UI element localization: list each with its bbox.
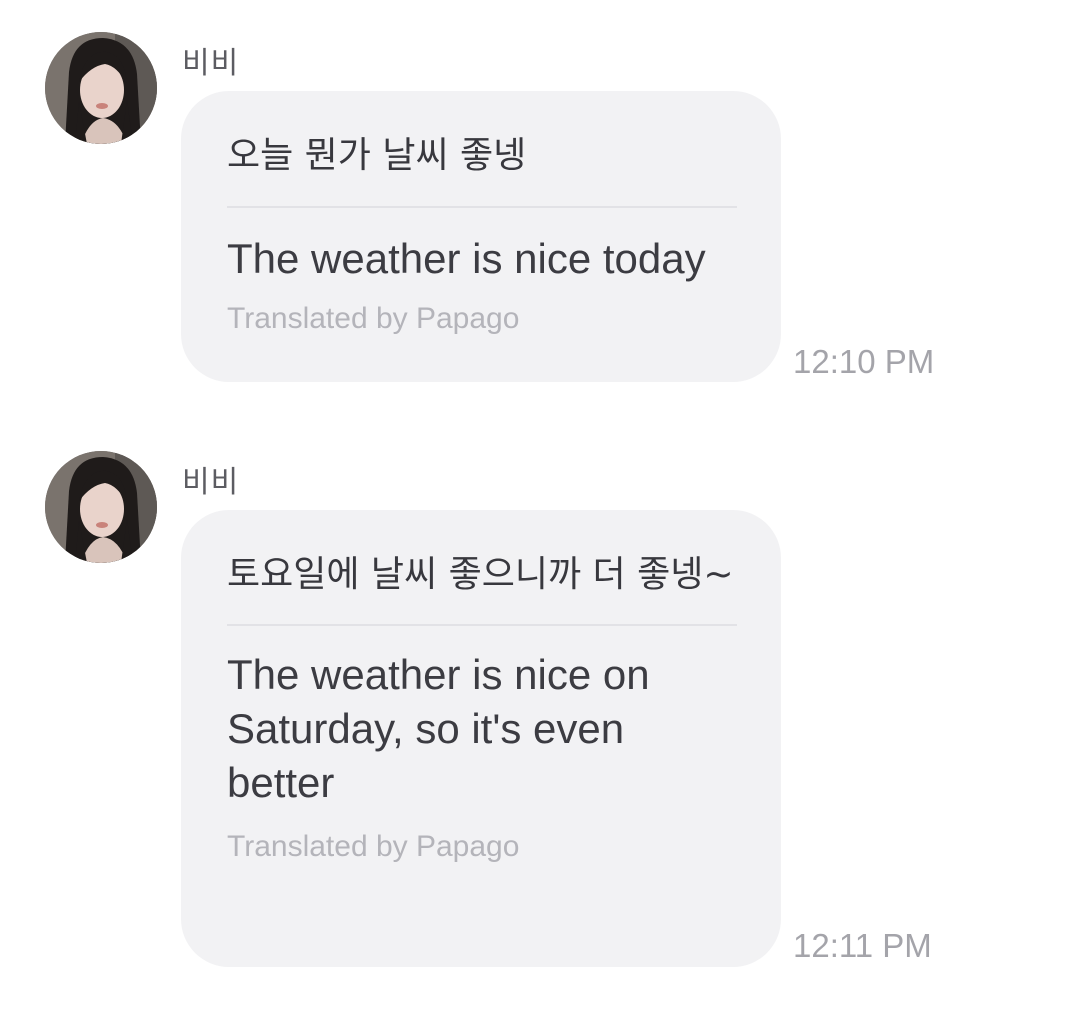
translation-credit: Translated by Papago: [227, 302, 520, 335]
translation-credit: Translated by Papago: [227, 830, 520, 863]
original-text: 토요일에 날씨 좋으니까 더 좋넹~: [227, 554, 734, 595]
message-bubble[interactable]: 토요일에 날씨 좋으니까 더 좋넹~ The weather is nice o…: [181, 510, 781, 967]
translated-text: The weather is nice today: [227, 235, 706, 282]
sender-name: 비비: [182, 46, 240, 81]
avatar[interactable]: [45, 32, 157, 144]
timestamp: 12:11 PM: [793, 927, 932, 964]
message-bubble[interactable]: 오늘 뭔가 날씨 좋넹 The weather is nice today Tr…: [181, 91, 781, 382]
sender-name: 비비: [182, 465, 240, 500]
profile-photo-icon: [45, 451, 157, 563]
original-text: 오늘 뭔가 날씨 좋넹: [227, 135, 527, 176]
profile-photo-icon: [45, 32, 157, 144]
avatar[interactable]: [45, 451, 157, 563]
timestamp: 12:10 PM: [793, 343, 935, 380]
translated-text: The weather is nice on Saturday, so it's…: [227, 651, 650, 806]
